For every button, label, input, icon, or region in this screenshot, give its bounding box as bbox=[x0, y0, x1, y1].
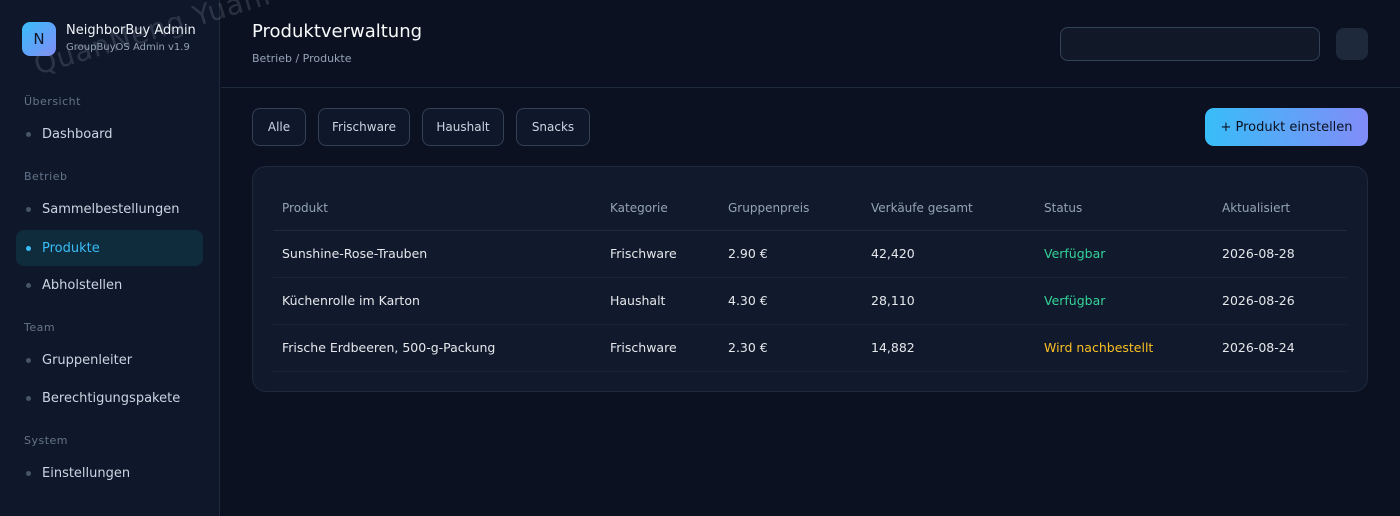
page-header: Produktverwaltung Betrieb / Produkte bbox=[221, 0, 1400, 88]
table-row[interactable]: Küchenrolle im Karton Haushalt 4.30 € 28… bbox=[273, 277, 1347, 325]
bullet-icon bbox=[26, 357, 31, 363]
cell-product: Sunshine-Rose-Trauben bbox=[273, 230, 601, 278]
section-uebersicht: Übersicht bbox=[24, 95, 81, 108]
cell-sales: 42,420 bbox=[862, 230, 1035, 278]
brand-text: NeighborBuy Admin GroupBuyOS Admin v1.9 bbox=[66, 23, 196, 55]
sidebar: N NeighborBuy Admin GroupBuyOS Admin v1.… bbox=[0, 0, 220, 516]
bullet-icon bbox=[26, 395, 31, 401]
brand-logo: N bbox=[22, 22, 56, 56]
column-header-aktualisiert[interactable]: Aktualisiert bbox=[1213, 187, 1347, 231]
sidebar-item-produkte[interactable]: Produkte bbox=[16, 230, 203, 266]
column-header-status[interactable]: Status bbox=[1035, 187, 1213, 231]
filter-alle[interactable]: Alle bbox=[252, 108, 306, 146]
main-content: Produktverwaltung Betrieb / Produkte All… bbox=[221, 0, 1400, 516]
cell-updated: 2026-08-28 bbox=[1213, 230, 1347, 278]
sidebar-item-label: Berechtigungspakete bbox=[42, 390, 181, 406]
products-table: Produkt Kategorie Gruppenpreis Verkäufe … bbox=[273, 187, 1347, 372]
table-header-row: Produkt Kategorie Gruppenpreis Verkäufe … bbox=[273, 187, 1347, 231]
section-system: System bbox=[24, 434, 69, 447]
cell-updated: 2026-08-26 bbox=[1213, 277, 1347, 325]
column-header-produkt[interactable]: Produkt bbox=[273, 187, 601, 231]
cell-sales: 28,110 bbox=[862, 277, 1035, 325]
cell-price: 2.90 € bbox=[719, 230, 862, 278]
status-badge: Wird nachbestellt bbox=[1035, 324, 1213, 372]
column-header-gruppenpreis[interactable]: Gruppenpreis bbox=[719, 187, 862, 231]
cell-product: Küchenrolle im Karton bbox=[273, 277, 601, 325]
brand: N NeighborBuy Admin GroupBuyOS Admin v1.… bbox=[22, 22, 196, 56]
cell-category: Frischware bbox=[601, 324, 719, 372]
bullet-icon bbox=[26, 470, 31, 476]
products-table-card: Produkt Kategorie Gruppenpreis Verkäufe … bbox=[252, 166, 1368, 392]
bullet-icon bbox=[26, 206, 31, 212]
user-menu-button[interactable] bbox=[1336, 28, 1368, 60]
cell-updated: 2026-08-24 bbox=[1213, 324, 1347, 372]
status-badge: Verfügbar bbox=[1035, 277, 1213, 325]
status-badge: Verfügbar bbox=[1035, 230, 1213, 278]
table-row[interactable]: Sunshine-Rose-Trauben Frischware 2.90 € … bbox=[273, 230, 1347, 278]
cell-price: 4.30 € bbox=[719, 277, 862, 325]
sidebar-item-sammelbestellungen[interactable]: Sammelbestellungen bbox=[16, 191, 203, 227]
brand-title: NeighborBuy Admin bbox=[66, 23, 196, 38]
bullet-icon bbox=[26, 131, 31, 137]
column-header-verkaeufe[interactable]: Verkäufe gesamt bbox=[862, 187, 1035, 231]
sidebar-item-berechtigungspakete[interactable]: Berechtigungspakete bbox=[16, 380, 203, 416]
search-input[interactable] bbox=[1060, 27, 1320, 61]
section-team: Team bbox=[24, 321, 56, 334]
bullet-icon bbox=[26, 282, 31, 288]
add-product-button[interactable]: + Produkt einstellen bbox=[1205, 108, 1368, 146]
sidebar-item-einstellungen[interactable]: Einstellungen bbox=[16, 455, 203, 491]
filter-frischware[interactable]: Frischware bbox=[318, 108, 410, 146]
filter-haushalt[interactable]: Haushalt bbox=[422, 108, 504, 146]
sidebar-item-label: Abholstellen bbox=[42, 277, 123, 293]
sidebar-item-label: Sammelbestellungen bbox=[42, 201, 180, 217]
cell-category: Frischware bbox=[601, 230, 719, 278]
sidebar-item-gruppenleiter[interactable]: Gruppenleiter bbox=[16, 342, 203, 378]
section-betrieb: Betrieb bbox=[24, 170, 68, 183]
sidebar-item-label: Einstellungen bbox=[42, 465, 131, 481]
brand-subtitle: GroupBuyOS Admin v1.9 bbox=[66, 42, 190, 53]
sidebar-item-abholstellen[interactable]: Abholstellen bbox=[16, 267, 203, 303]
sidebar-item-label: Gruppenleiter bbox=[42, 352, 133, 368]
cell-product: Frische Erdbeeren, 500-g-Packung bbox=[273, 324, 601, 372]
breadcrumb: Betrieb / Produkte bbox=[252, 52, 352, 65]
bullet-icon bbox=[26, 245, 31, 251]
sidebar-item-label: Produkte bbox=[42, 240, 100, 256]
cell-sales: 14,882 bbox=[862, 324, 1035, 372]
cell-category: Haushalt bbox=[601, 277, 719, 325]
cell-price: 2.30 € bbox=[719, 324, 862, 372]
column-header-kategorie[interactable]: Kategorie bbox=[601, 187, 719, 231]
table-row[interactable]: Frische Erdbeeren, 500-g-Packung Frischw… bbox=[273, 324, 1347, 372]
filter-snacks[interactable]: Snacks bbox=[516, 108, 590, 146]
page-title: Produktverwaltung bbox=[252, 21, 423, 42]
sidebar-item-label: Dashboard bbox=[42, 126, 113, 142]
sidebar-item-dashboard[interactable]: Dashboard bbox=[16, 116, 203, 152]
